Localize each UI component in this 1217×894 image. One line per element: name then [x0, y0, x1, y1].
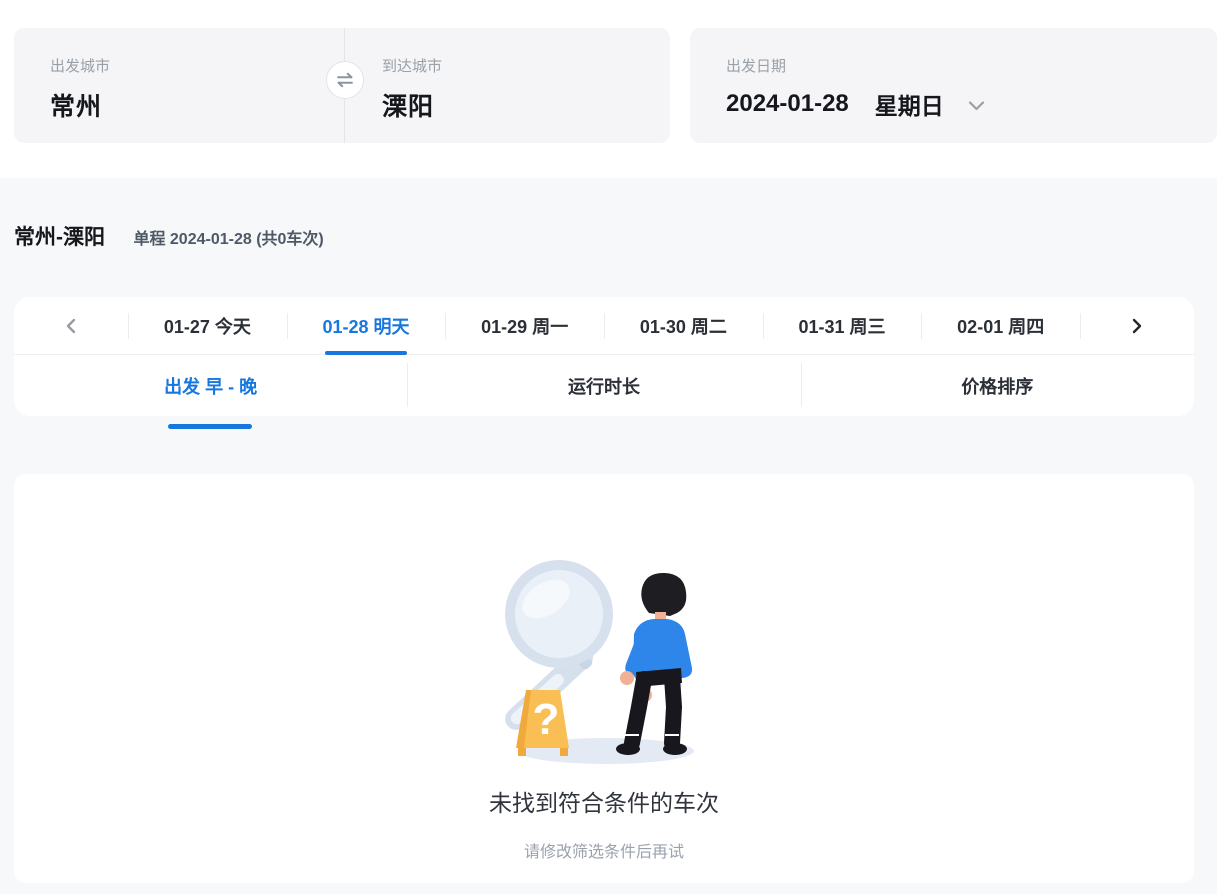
question-mark-glyph: ?	[533, 695, 560, 744]
chevron-down-icon	[968, 100, 985, 112]
tab-date-0127[interactable]: 01-27 今天	[128, 297, 287, 354]
prev-dates-button[interactable]	[14, 297, 128, 354]
next-dates-button[interactable]	[1080, 297, 1194, 354]
city-selector: 出发城市 常州 到达城市 溧阳	[14, 28, 670, 143]
to-city-label: 到达城市	[382, 55, 670, 76]
magnifier-lens	[505, 560, 613, 668]
sort-bar: 出发 早 - 晚 运行时长 价格排序	[14, 355, 1194, 416]
route-summary: 单程 2024-01-28 (共0车次)	[133, 231, 323, 248]
tab-date-0130[interactable]: 01-30 周二	[604, 297, 763, 354]
chevron-right-icon	[1130, 317, 1144, 335]
sort-by-duration[interactable]: 运行时长	[407, 355, 800, 416]
results-section: 常州-溧阳 单程 2024-01-28 (共0车次) 01-27 今天 01-2…	[0, 178, 1217, 894]
date-value[interactable]: 2024-01-28	[726, 90, 849, 118]
active-sort-underline	[168, 424, 252, 429]
to-city-field[interactable]: 到达城市 溧阳	[338, 28, 670, 143]
swap-cities-button[interactable]	[326, 61, 364, 99]
empty-state-title: 未找到符合条件的车次	[14, 784, 1194, 818]
date-selector[interactable]: 出发日期 2024-01-28 星期日	[690, 28, 1217, 143]
empty-results-card: ? 未找到符合条件的车次 请修改筛选条件后再试	[14, 474, 1194, 883]
sort-by-price[interactable]: 价格排序	[801, 355, 1194, 416]
from-city-value[interactable]: 常州	[50, 87, 338, 123]
chevron-left-icon	[64, 317, 78, 335]
from-city-field[interactable]: 出发城市 常州	[14, 28, 338, 143]
tab-date-0131[interactable]: 01-31 周三	[763, 297, 922, 354]
tab-date-0129[interactable]: 01-29 周一	[445, 297, 604, 354]
search-header: 出发城市 常州 到达城市 溧阳 出发日期 2024-01-28 星期日	[0, 0, 1217, 178]
date-tabs: 01-27 今天 01-28 明天 01-29 周一 01-30 周二 01-3…	[14, 297, 1194, 355]
tab-date-0128[interactable]: 01-28 明天	[287, 297, 446, 354]
swap-icon	[334, 70, 356, 90]
date-weekday: 星期日	[875, 87, 944, 121]
filter-card: 01-27 今天 01-28 明天 01-29 周一 01-30 周二 01-3…	[14, 297, 1194, 416]
from-city-label: 出发城市	[50, 55, 338, 76]
route-title: 常州-溧阳	[14, 226, 105, 249]
person-figure	[616, 573, 692, 755]
empty-state-subtitle: 请修改筛选条件后再试	[14, 838, 1194, 862]
tab-date-0201[interactable]: 02-01 周四	[921, 297, 1080, 354]
no-results-illustration: ?	[484, 554, 724, 769]
date-label: 出发日期	[726, 55, 1217, 76]
to-city-value[interactable]: 溧阳	[382, 87, 670, 123]
route-header: 常州-溧阳 单程 2024-01-28 (共0车次)	[0, 178, 1217, 254]
sort-by-departure[interactable]: 出发 早 - 晚	[14, 355, 407, 416]
